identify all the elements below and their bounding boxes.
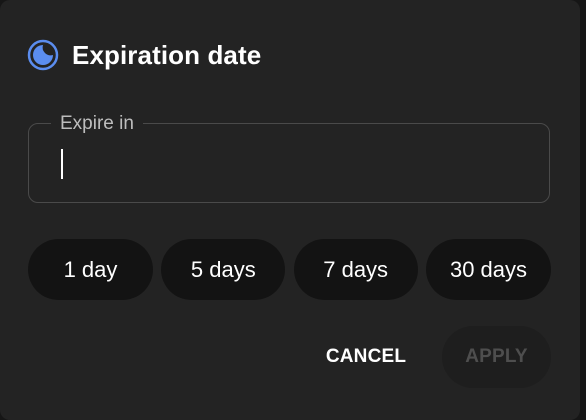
dialog-header: Expiration date <box>27 38 261 72</box>
preset-30-days-button[interactable]: 30 days <box>425 239 551 300</box>
expire-in-label: Expire in <box>51 113 143 135</box>
apply-button[interactable]: APPLY <box>442 326 551 388</box>
preset-7-days-button[interactable]: 7 days <box>293 239 418 300</box>
text-caret <box>61 149 63 179</box>
cancel-button[interactable]: CANCEL <box>310 327 422 387</box>
preset-5-days-button[interactable]: 5 days <box>161 239 286 300</box>
preset-1-day-button[interactable]: 1 day <box>28 239 153 300</box>
moon-clock-icon <box>27 39 59 71</box>
dialog-title: Expiration date <box>72 39 262 70</box>
expire-in-input[interactable] <box>53 146 531 180</box>
preset-chips: 1 day 5 days 7 days 30 days <box>28 239 551 300</box>
expire-in-field[interactable]: Expire in <box>28 113 550 203</box>
expiration-dialog: Expiration date Expire in 1 day 5 days 7… <box>0 0 580 420</box>
